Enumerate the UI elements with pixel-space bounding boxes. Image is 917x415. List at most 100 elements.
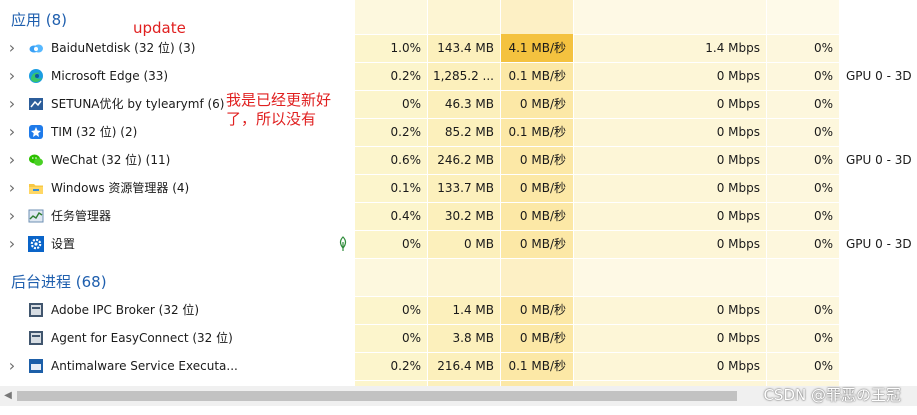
gpu-cell: 0% [813,97,833,111]
chevron-right-icon[interactable]: › [6,208,18,224]
disk-cell: 0 MB/秒 [519,153,566,167]
gpu-cell: 0% [813,209,833,223]
gpu-engine-cell: GPU 0 - 3D [846,153,912,167]
process-name: SETUNA优化 by tylearymf (6) [51,97,225,111]
memory-cell: 85.2 MB [444,125,494,139]
gpu-cell: 0% [813,181,833,195]
row-separator [355,380,917,381]
note-annotation-line1: 我是已经更新好 [226,91,332,109]
gpu-cell: 0% [813,69,833,83]
group-header-band [355,0,839,34]
cpu-cell: 0.6% [390,153,422,167]
baidu-netdisk-icon [28,40,44,56]
background-group-title[interactable]: 后台进程 (68) [11,271,107,292]
network-cell: 0 Mbps [716,237,760,251]
process-row[interactable]: Agent for EasyConnect (32 位) 0% 3.8 MB 0 MB… [0,324,917,352]
settings-gear-icon [28,236,44,252]
tim-icon [28,124,44,140]
efficiency-leaf-icon [338,236,348,252]
gpu-cell: 0% [813,359,833,373]
update-annotation: update [133,19,186,37]
memory-cell: 3.8 MB [452,331,494,345]
disk-cell: 0.1 MB/秒 [508,125,566,139]
cpu-cell: 0% [401,331,421,345]
process-row[interactable]: › 设置 0% 0 MB 0 MB/秒 0 Mbps 0% GPU 0 - 3D [0,230,917,258]
disk-cell: 0.1 MB/秒 [508,69,566,83]
cpu-cell: 0.2% [390,359,422,373]
process-row[interactable]: Adobe IPC Broker (32 位) 0% 1.4 MB 0 MB/秒 0 M… [0,296,917,324]
network-cell: 0 Mbps [716,97,760,111]
process-row[interactable]: › WeChat (32 位) (11) 0.6% 246.2 MB 0 MB/秒 0 M… [0,146,917,174]
scrollbar-thumb[interactable] [17,391,737,401]
csdn-watermark: CSDN @罪恶の王冠 [763,386,901,404]
apps-group-title[interactable]: 应用 (8) [11,9,67,30]
process-name: Antimalware Service Executa... [51,359,238,373]
easyconnect-icon [28,330,44,346]
network-cell: 0 Mbps [716,153,760,167]
chevron-right-icon[interactable]: › [6,68,18,84]
chevron-right-icon[interactable]: › [6,124,18,140]
disk-cell: 4.1 MB/秒 [508,41,566,55]
network-cell: 0 Mbps [716,125,760,139]
process-name: 设置 [51,237,76,251]
network-cell: 0 Mbps [716,69,760,83]
process-name: WeChat (32 位) (11) [51,153,171,167]
network-cell: 0 Mbps [716,331,760,345]
process-row[interactable]: › BaiduNetdisk (32 位) (3) 1.0% 143.4 MB 4.1 … [0,34,917,62]
cpu-cell: 0% [401,303,421,317]
process-row[interactable]: › 任务管理器 0.4% 30.2 MB 0 MB/秒 0 Mbps 0% [0,202,917,230]
chevron-right-icon[interactable]: › [6,96,18,112]
scroll-left-arrow-icon[interactable]: ◀ [2,389,14,403]
network-cell: 0 Mbps [716,303,760,317]
memory-cell: 246.2 MB [437,153,494,167]
disk-cell: 0 MB/秒 [519,181,566,195]
process-name: TIM (32 位) (2) [51,125,138,139]
cpu-cell: 1.0% [390,41,422,55]
disk-cell: 0 MB/秒 [519,303,566,317]
process-row[interactable]: › Microsoft Edge (33) 0.2% 1,285.2 ... 0.1 M… [0,62,917,90]
network-cell: 0 Mbps [716,181,760,195]
memory-cell: 30.2 MB [444,209,494,223]
gpu-cell: 0% [813,41,833,55]
disk-cell: 0 MB/秒 [519,237,566,251]
disk-cell: 0 MB/秒 [519,209,566,223]
disk-cell: 0 MB/秒 [519,97,566,111]
process-name: Windows 资源管理器 (4) [51,181,190,195]
cpu-cell: 0.2% [390,125,422,139]
network-cell: 0 Mbps [716,359,760,373]
note-annotation-line2: 了，所以没有 [226,110,317,128]
process-name: Agent for EasyConnect (32 位) [51,331,233,345]
gpu-cell: 0% [813,125,833,139]
process-row[interactable]: › Antimalware Service Executa... 0.2% 216.4… [0,352,917,380]
gpu-cell: 0% [813,331,833,345]
cpu-cell: 0% [401,237,421,251]
adobe-ipc-icon [28,302,44,318]
memory-cell: 143.4 MB [437,41,494,55]
chevron-right-icon[interactable]: › [6,236,18,252]
edge-icon [28,68,44,84]
process-name: BaiduNetdisk (32 位) (3) [51,41,196,55]
gpu-engine-cell: GPU 0 - 3D [846,69,912,83]
task-manager-icon [28,208,44,224]
memory-cell: 46.3 MB [444,97,494,111]
memory-cell: 1.4 MB [452,303,494,317]
cpu-cell: 0.1% [390,181,422,195]
chevron-right-icon[interactable]: › [6,358,18,374]
chevron-right-icon[interactable]: › [6,180,18,196]
file-explorer-icon [28,180,44,196]
process-name: Adobe IPC Broker (32 位) [51,303,200,317]
group-header-band [355,258,839,296]
memory-cell: 0 MB [463,237,494,251]
memory-cell: 133.7 MB [437,181,494,195]
disk-cell: 0.1 MB/秒 [508,359,566,373]
gpu-engine-cell: GPU 0 - 3D [846,237,912,251]
process-row[interactable]: › SETUNA优化 by tylearymf (6) 0% 46.3 MB 0 MB/… [0,90,917,118]
chevron-right-icon[interactable]: › [6,40,18,56]
network-cell: 0 Mbps [716,209,760,223]
process-name: Microsoft Edge (33) [51,69,169,83]
chevron-right-icon[interactable]: › [6,152,18,168]
process-row[interactable]: › TIM (32 位) (2) 0.2% 85.2 MB 0.1 MB/秒 0 Mbps… [0,118,917,146]
setuna-icon [28,96,44,112]
process-row[interactable]: › Windows 资源管理器 (4) 0.1% 133.7 MB 0 MB/秒 0 Mb… [0,174,917,202]
memory-cell: 1,285.2 ... [432,69,494,83]
